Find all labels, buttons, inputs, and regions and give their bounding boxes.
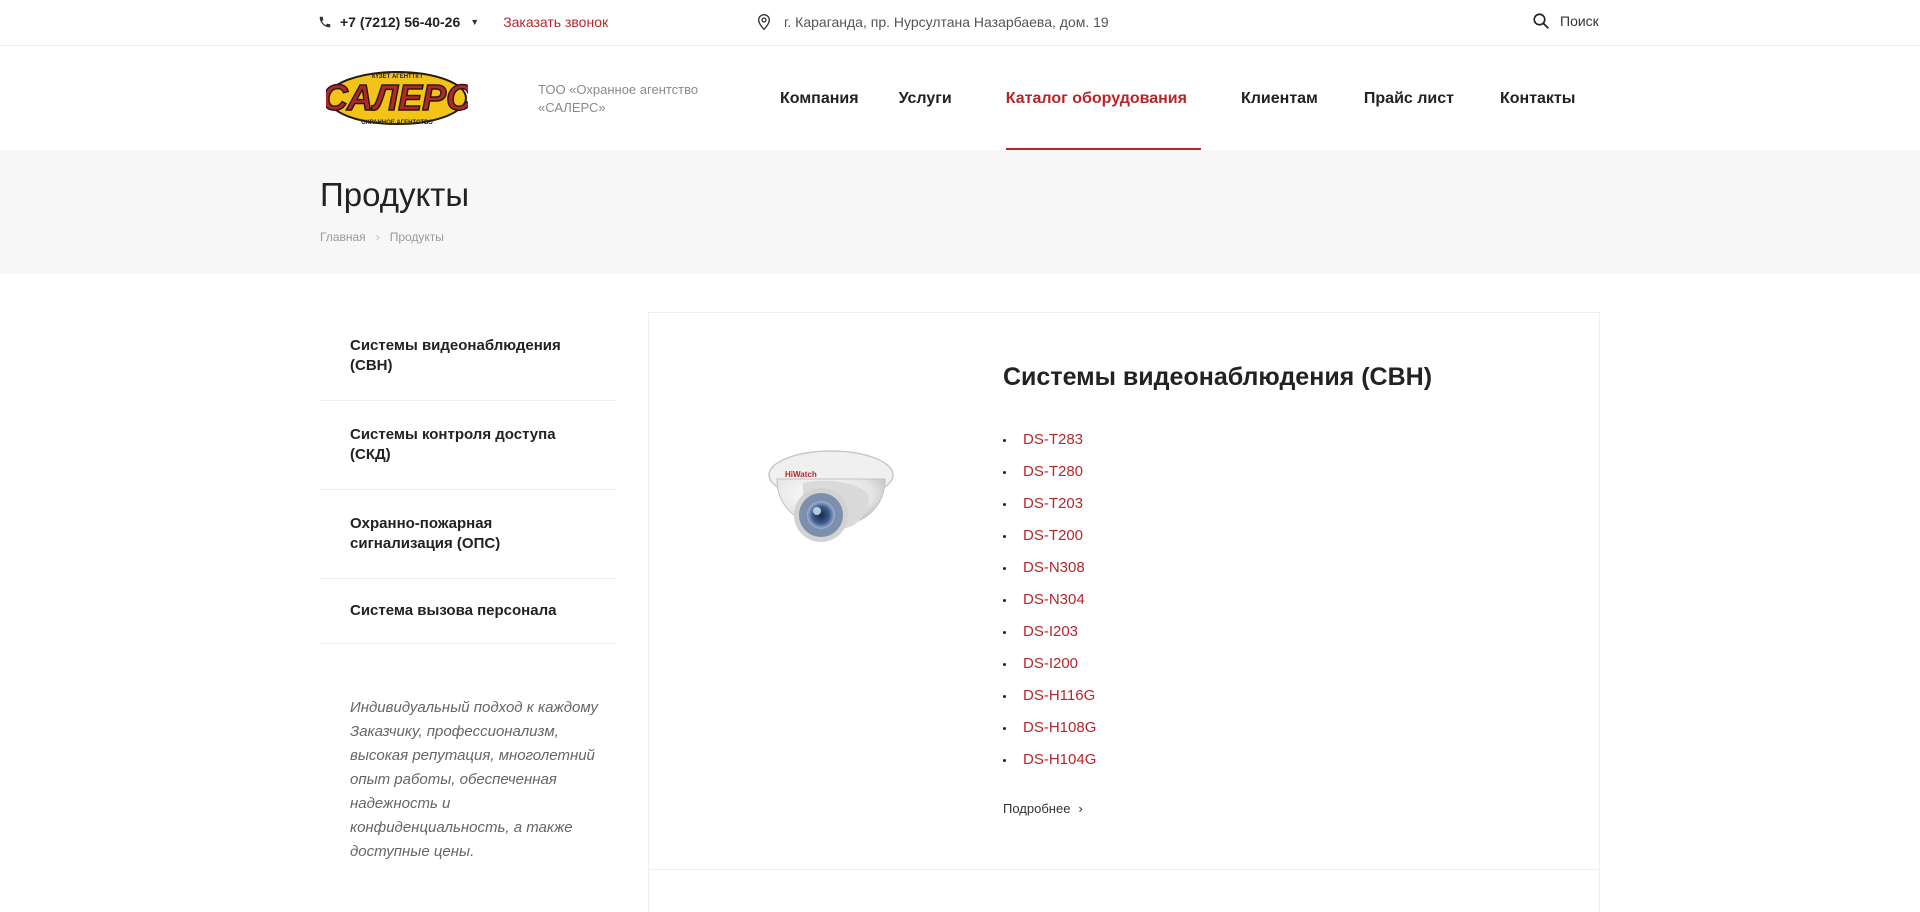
model-link[interactable]: DS-H116G: [1023, 687, 1095, 704]
search-label: Поиск: [1560, 13, 1599, 29]
phone-block: +7 (7212) 56-40-26 ▼ Заказать звонок: [318, 14, 608, 30]
list-item: DS-H104G: [1003, 749, 1096, 781]
list-item: DS-I203: [1003, 621, 1096, 653]
list-item: DS-I200: [1003, 653, 1096, 685]
category-card: HiWatch Системы видеонаблюдения (СВН) DS…: [648, 312, 1600, 870]
sidebar-menu: Системы видеонаблюдения (СВН) Системы ко…: [320, 312, 616, 644]
search-button[interactable]: Поиск: [1532, 12, 1599, 30]
phone-number-link[interactable]: +7 (7212) 56-40-26: [340, 14, 460, 30]
map-pin-icon: [757, 13, 771, 31]
sidebar-item-staff-call[interactable]: Система вызова персонала: [320, 579, 616, 644]
model-link[interactable]: DS-N304: [1023, 591, 1085, 608]
category-title: Системы видеонаблюдения (СВН): [1003, 363, 1433, 391]
model-link[interactable]: DS-H104G: [1023, 751, 1096, 768]
list-item: DS-N304: [1003, 589, 1096, 621]
nav-item-catalog[interactable]: Каталог оборудования: [986, 47, 1221, 150]
model-list: DS-T283 DS-T280 DS-T203 DS-T200 DS-N308 …: [1003, 429, 1096, 781]
search-icon: [1533, 13, 1549, 29]
breadcrumb-current: Продукты: [389, 230, 444, 244]
page-title-band: Продукты Главная › Продукты: [0, 150, 1920, 274]
callback-link[interactable]: Заказать звонок: [503, 14, 608, 30]
caret-down-icon[interactable]: ▼: [470, 17, 479, 27]
company-description: ТОО «Охранное агентство «САЛЕРС»: [538, 82, 699, 115]
list-item: DS-T200: [1003, 525, 1096, 557]
model-link[interactable]: DS-T283: [1023, 431, 1083, 448]
site-header: КҮЗЕТ АГЕНТТІГІ САЛЕРС ОХРАННОЕ АГЕНТСТВ…: [0, 47, 1920, 150]
product-image-link[interactable]: HiWatch: [759, 423, 899, 563]
model-link[interactable]: DS-T280: [1023, 463, 1083, 480]
model-link[interactable]: DS-N308: [1023, 559, 1085, 576]
logo-bottom-text: ОХРАННОЕ АГЕНТСТВО: [361, 120, 433, 126]
page-title: Продукты: [320, 176, 470, 213]
sidebar-item-access-control[interactable]: Системы контроля доступа (СКД): [320, 401, 616, 490]
breadcrumb-separator: ›: [375, 230, 380, 244]
list-item: DS-T280: [1003, 461, 1096, 493]
nav-item-price-list[interactable]: Прайс лист: [1338, 47, 1474, 150]
model-link[interactable]: DS-T200: [1023, 527, 1083, 544]
nav-item-clients[interactable]: Клиентам: [1221, 47, 1338, 150]
logo-graphic: КҮЗЕТ АГЕНТТІГІ САЛЕРС ОХРАННОЕ АГЕНТСТВ…: [321, 71, 474, 126]
list-item: DS-T283: [1003, 429, 1096, 461]
nav-item-company[interactable]: Компания: [760, 47, 879, 150]
more-details-link[interactable]: Подробнее ›: [1003, 801, 1083, 816]
address-text: г. Караганда, пр. Нурсултана Назарбаева,…: [784, 14, 1109, 30]
dome-camera-image: HiWatch: [768, 450, 894, 542]
model-link[interactable]: DS-I203: [1023, 623, 1078, 640]
model-link[interactable]: DS-I200: [1023, 655, 1078, 672]
list-item: DS-H108G: [1003, 717, 1096, 749]
logo-main-text: САЛЕРС: [326, 77, 468, 118]
next-card-edge: [648, 870, 1600, 912]
list-item: DS-T203: [1003, 493, 1096, 525]
list-item: DS-N308: [1003, 557, 1096, 589]
chevron-right-icon: ›: [1078, 801, 1083, 816]
model-link[interactable]: DS-H108G: [1023, 719, 1096, 736]
model-link[interactable]: DS-T203: [1023, 495, 1083, 512]
sidebar-item-cctv[interactable]: Системы видеонаблюдения (СВН): [320, 312, 616, 401]
nav-item-contacts[interactable]: Контакты: [1474, 47, 1595, 150]
list-item: DS-H116G: [1003, 685, 1096, 717]
breadcrumb-home[interactable]: Главная: [320, 230, 366, 244]
phone-icon: [319, 16, 331, 28]
site-logo[interactable]: КҮЗЕТ АГЕНТТІГІ САЛЕРС ОХРАННОЕ АГЕНТСТВ…: [321, 67, 474, 129]
sidebar-item-fire-alarm[interactable]: Охранно-пожарная сигнализация (ОПС): [320, 490, 616, 579]
main-nav: Компания Услуги Каталог оборудования Кли…: [760, 47, 1595, 150]
camera-brand-label: HiWatch: [785, 470, 817, 479]
top-bar: +7 (7212) 56-40-26 ▼ Заказать звонок г. …: [0, 0, 1920, 46]
more-details-label: Подробнее: [1003, 801, 1071, 816]
nav-item-services[interactable]: Услуги: [879, 47, 986, 150]
sidebar-quote: Индивидуальный подход к каждому Заказчик…: [350, 699, 598, 860]
breadcrumb: Главная › Продукты: [320, 230, 444, 244]
address-block: г. Караганда, пр. Нурсултана Назарбаева,…: [756, 13, 1109, 31]
